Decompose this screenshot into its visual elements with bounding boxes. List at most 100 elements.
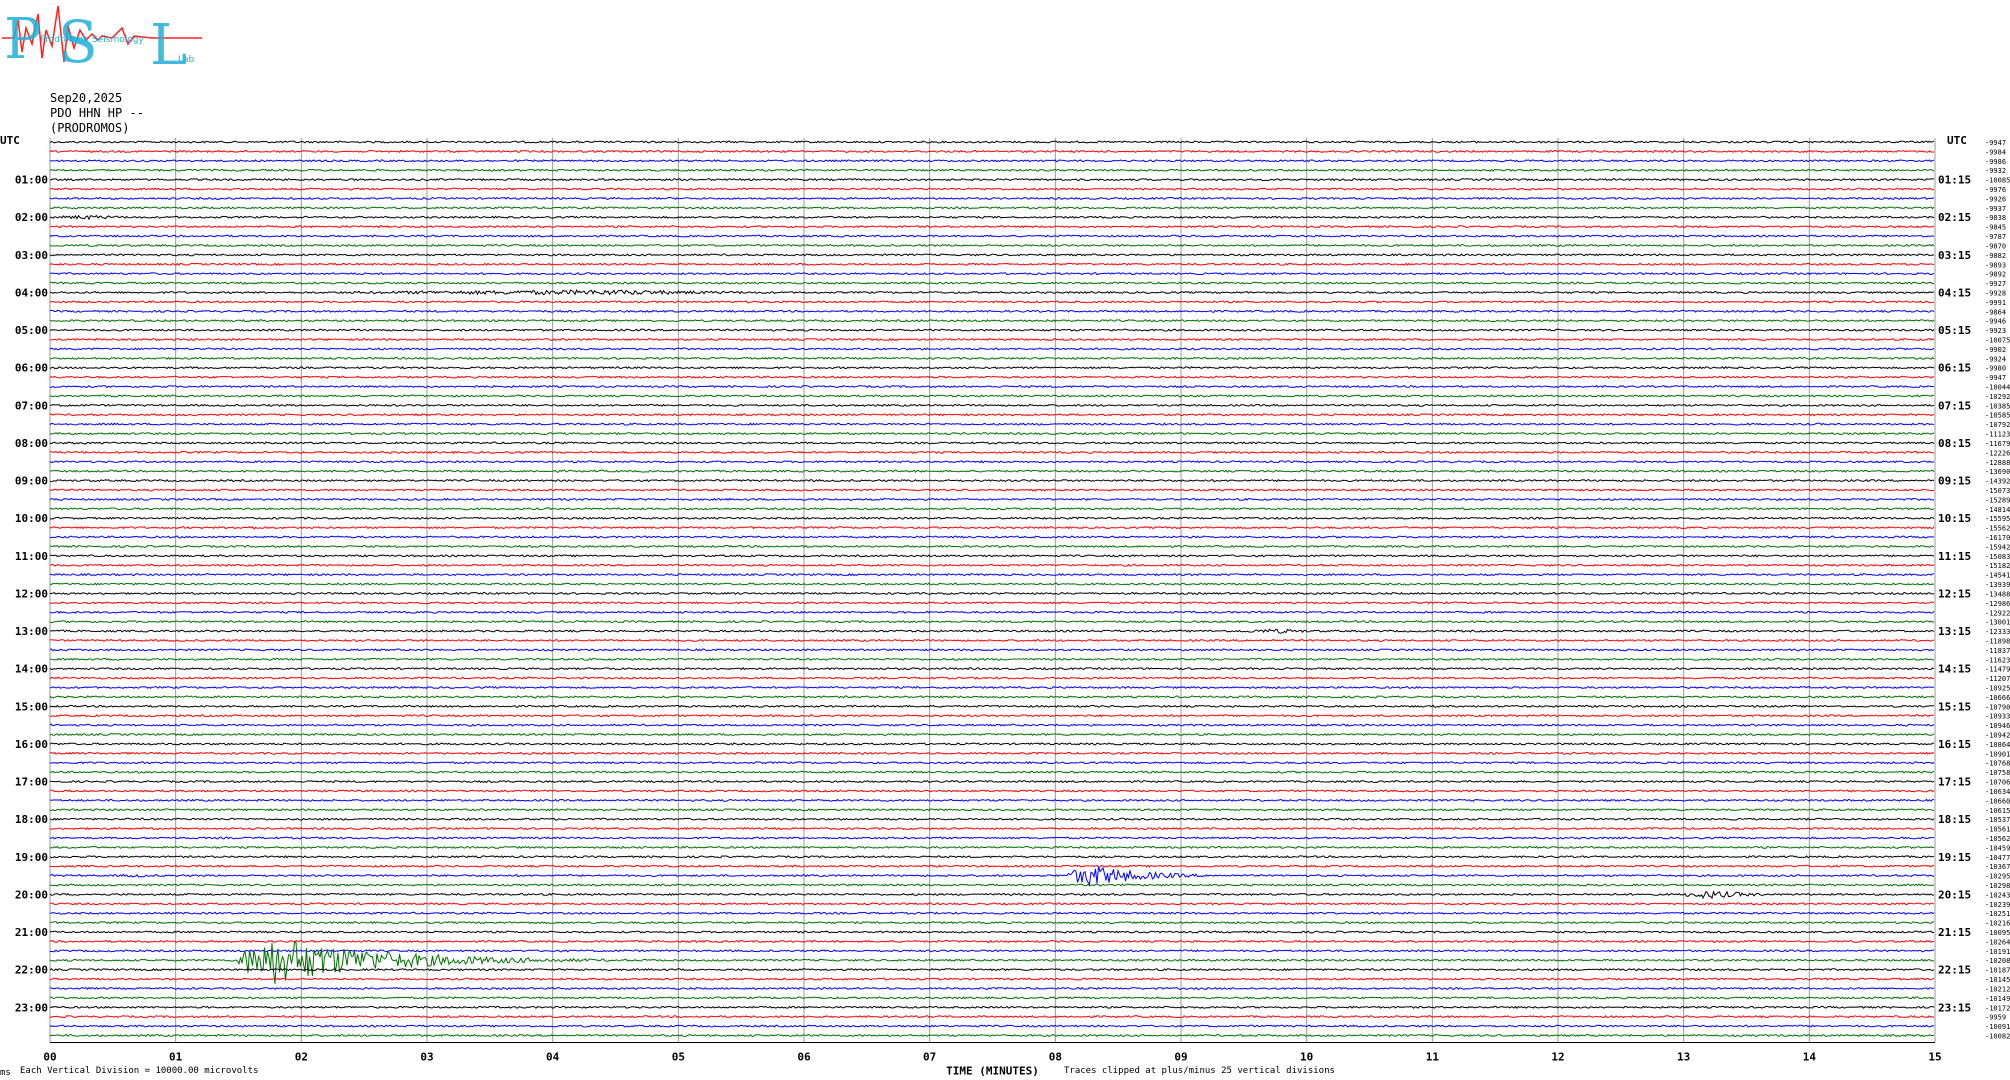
trace-line	[49, 375, 1935, 379]
hour-label-right: 23:15	[1938, 1001, 1971, 1014]
hour-label-left: 19:00	[15, 851, 48, 864]
x-tick-label: 06	[797, 1050, 811, 1063]
scale-note: Each Vertical Division = 10000.00 microv…	[20, 1066, 259, 1076]
trace-offset-label: -10615	[1985, 807, 2010, 815]
trace-offset-label: -9976	[1985, 186, 2006, 194]
hour-label-left: 16:00	[15, 738, 48, 751]
trace-line	[49, 826, 1934, 831]
trace-offset-label: -16170	[1985, 534, 2010, 542]
trace-line	[49, 1033, 1935, 1038]
trace-line	[49, 808, 1935, 812]
trace-offset-label: -9927	[1985, 280, 2006, 288]
trace-offset-label: -15562	[1985, 525, 2010, 533]
hour-label-right: 13:15	[1938, 625, 1971, 638]
hour-label-left: 03:00	[15, 249, 48, 262]
trace-offset-label: -10706	[1985, 779, 2010, 787]
trace-line	[49, 883, 1935, 887]
trace-offset-label: -10298	[1985, 882, 2010, 890]
trace-line	[49, 281, 1935, 285]
hour-label-right: 04:15	[1938, 286, 1971, 299]
hour-label-left: 01:00	[15, 174, 48, 187]
trace-offset-label: -10075	[1985, 337, 2010, 345]
trace-line	[49, 187, 1935, 191]
trace-line	[49, 535, 1935, 539]
trace-line	[49, 243, 1935, 248]
trace-offset-label: -9946	[1985, 318, 2006, 326]
x-tick-label: 00	[43, 1050, 56, 1063]
hour-label-right: 06:15	[1938, 362, 1971, 375]
trace-line	[49, 319, 1935, 323]
trace-line	[50, 450, 1935, 455]
trace-offset-label: -10095	[1985, 929, 2010, 937]
trace-line	[50, 996, 1935, 1000]
trace-offset-label: -12888	[1985, 459, 2010, 467]
trace-offset-label: -9923	[1985, 327, 2006, 335]
trace-offset-label: -9928	[1985, 289, 2006, 297]
trace-line	[49, 300, 1935, 304]
trace-line	[49, 601, 1935, 605]
trace-offset-label: -10477	[1985, 854, 2010, 862]
trace-line	[49, 648, 1935, 652]
hour-label-left: 09:00	[15, 475, 48, 488]
hour-label-right: 17:15	[1938, 776, 1971, 789]
hour-label-left: 20:00	[15, 888, 48, 901]
x-tick-label: 12	[1551, 1050, 1564, 1063]
trace-offset-label: -10933	[1985, 713, 2010, 721]
right-axis-title: UTC	[1947, 134, 1967, 147]
trace-line	[49, 940, 1935, 984]
hour-label-left: 05:00	[15, 324, 48, 337]
trace-offset-label: -10208	[1985, 957, 2010, 965]
trace-offset-label: -15289	[1985, 496, 2010, 504]
trace-line	[49, 356, 1935, 360]
trace-line	[49, 676, 1935, 680]
trace-offset-label: -10085	[1985, 177, 2010, 185]
trace-line	[49, 573, 1935, 577]
hour-label-right: 09:15	[1938, 475, 1971, 488]
trace-line	[49, 930, 1935, 934]
trace-offset-label: -11207	[1985, 675, 2010, 683]
trace-line	[49, 563, 1935, 567]
trace-line	[49, 525, 1935, 530]
trace-offset-label: -10091	[1985, 1023, 2010, 1031]
clip-note: Traces clipped at plus/minus 25 vertical…	[1064, 1066, 1335, 1076]
trace-offset-label: -9838	[1985, 214, 2006, 222]
hour-label-right: 15:15	[1938, 700, 1971, 713]
hour-label-right: 14:15	[1938, 663, 1971, 676]
trace-offset-label: -14541	[1985, 572, 2010, 580]
trace-offset-label: -10792	[1985, 421, 2010, 429]
x-tick-label: 02	[295, 1050, 308, 1063]
trace-offset-label: -9787	[1985, 233, 2006, 241]
trace-offset-label: -9864	[1985, 308, 2006, 316]
trace-offset-label: -9932	[1985, 167, 2006, 175]
trace-line	[49, 610, 1935, 614]
trace-offset-label: -9991	[1985, 299, 2006, 307]
helicorder-plot: 00 01 02 03 04 05 06 07 08 09 10 11 12 13 14 15 UTC UTC TI…	[0, 134, 2010, 1077]
trace-offset-label: -9924	[1985, 355, 2006, 363]
corner-mark: ms	[0, 1068, 11, 1078]
trace-line	[49, 441, 1935, 445]
trace-offset-label: -9959	[1985, 1014, 2006, 1022]
trace-offset-label: -10187	[1985, 967, 2010, 975]
trace-line	[49, 403, 1935, 407]
hour-label-left: 06:00	[15, 362, 48, 375]
hour-label-right: 02:15	[1938, 211, 1971, 224]
trace-offset-label: -9980	[1985, 365, 2006, 373]
trace-offset-label: -9870	[1985, 242, 2006, 250]
hour-label-right: 19:15	[1938, 851, 1971, 864]
trace-line	[49, 657, 1935, 661]
trace-offset-label: -10295	[1985, 873, 2010, 881]
trace-line	[49, 366, 1935, 370]
trace-offset-label: -10537	[1985, 816, 2010, 824]
trace-offset-label: -10172	[1985, 1004, 2010, 1012]
trace-line	[49, 582, 1935, 586]
hour-label-right: 20:15	[1938, 888, 1971, 901]
trace-offset-label: -10082	[1985, 1032, 2010, 1040]
trace-offset-label: -10660	[1985, 797, 2010, 805]
left-axis-title: UTC	[0, 134, 20, 147]
trace-line	[49, 742, 1935, 746]
x-tick-label: 11	[1426, 1050, 1440, 1063]
trace-offset-label: -9902	[1985, 346, 2006, 354]
trace-offset-label: -13690	[1985, 468, 2010, 476]
hour-label-right: 21:15	[1938, 926, 1971, 939]
trace-line	[49, 488, 1934, 492]
